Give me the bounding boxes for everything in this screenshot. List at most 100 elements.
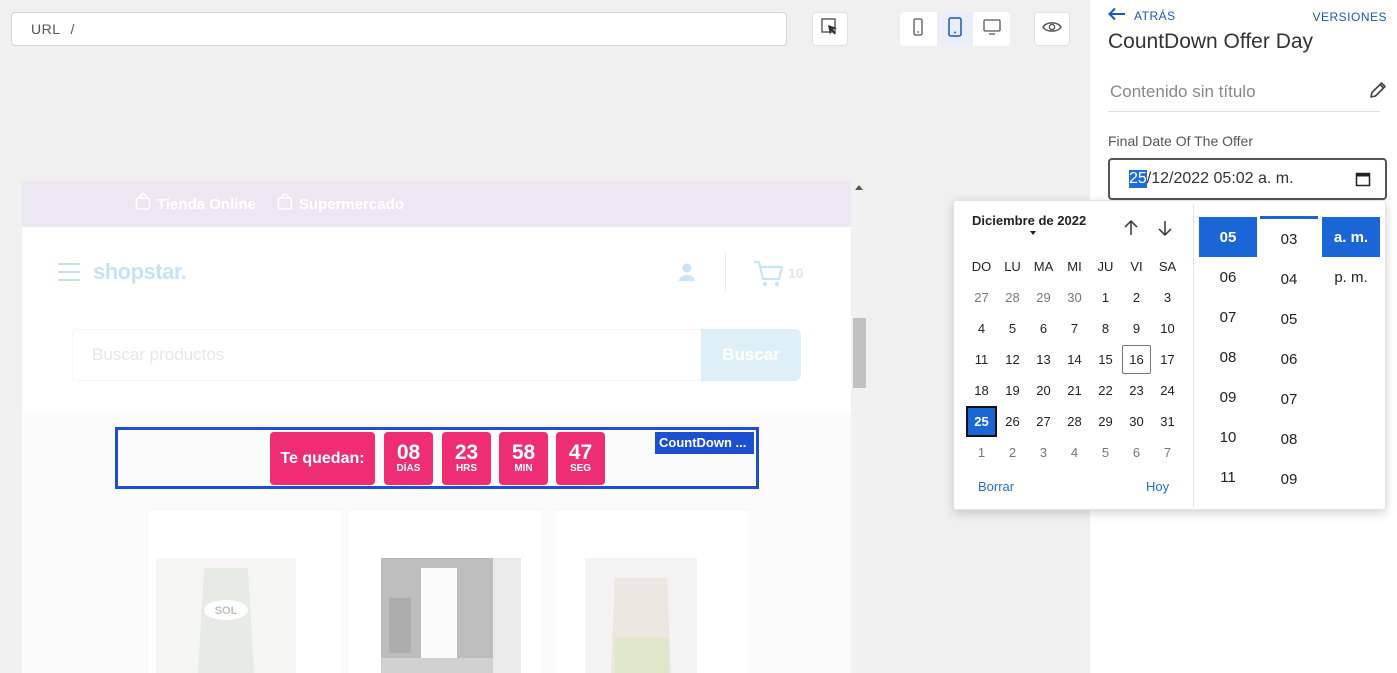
hour-option[interactable]: 06 [1199,257,1257,297]
calendar-day[interactable]: 1 [966,437,997,468]
preview-scrollbar[interactable] [851,181,868,673]
url-bar[interactable]: URL / [11,12,787,46]
ampm-option-selected[interactable]: a. m. [1322,217,1380,257]
select-element-button[interactable] [812,12,848,46]
arrow-down-icon[interactable] [1156,219,1174,242]
calendar-day[interactable]: 4 [966,313,997,344]
shopping-bag-icon [134,193,152,215]
minute-option[interactable]: 07 [1260,379,1318,419]
picker-month-label[interactable]: Diciembre de 2022 [972,213,1086,228]
search-input[interactable]: Buscar productos [72,329,702,381]
calendar-day[interactable]: 31 [1152,406,1183,437]
countdown-label: Te quedan: [270,432,375,485]
hour-option[interactable]: 09 [1199,377,1257,417]
store-link-label: Tienda Online [157,195,256,213]
tablet-view-button[interactable] [936,12,974,46]
calendar-day[interactable]: 28 [1059,406,1090,437]
url-value[interactable]: / [71,21,75,37]
back-button[interactable]: ATRÁS [1108,7,1176,24]
user-icon[interactable] [676,261,698,288]
hour-option[interactable]: 10 [1199,417,1257,457]
calendar-day[interactable]: 27 [1028,406,1059,437]
final-date-input[interactable]: 25/12/2022 05:02 a. m. [1108,158,1387,200]
versions-link[interactable]: VERSIONES [1312,10,1387,24]
calendar-day[interactable]: 30 [1059,282,1090,313]
calendar-day[interactable]: 17 [1152,344,1183,375]
calendar-day[interactable]: 10 [1152,313,1183,344]
search-button[interactable]: Buscar [701,329,801,381]
preview-button[interactable] [1034,12,1070,46]
calendar-day[interactable]: 28 [997,282,1028,313]
mobile-view-button[interactable] [900,12,937,46]
calendar-day[interactable]: 3 [1152,282,1183,313]
countdown-value: 23 [454,441,479,464]
date-rest[interactable]: /12/2022 05:02 a. m. [1147,170,1294,188]
cart-icon[interactable] [752,259,784,294]
calendar-day[interactable]: 6 [1028,313,1059,344]
calendar-day[interactable]: 4 [1059,437,1090,468]
calendar-day[interactable]: 18 [966,375,997,406]
calendar-day-today[interactable]: 16 [1122,345,1151,374]
caret-down-icon[interactable] [1030,231,1036,235]
calendar-day[interactable]: 9 [1121,313,1152,344]
calendar-icon[interactable] [1355,171,1371,192]
calendar-day[interactable]: 14 [1059,344,1090,375]
store-link-supermarket[interactable]: Supermercado [276,193,404,215]
today-button[interactable]: Hoy [1146,479,1169,494]
calendar-day[interactable]: 22 [1090,375,1121,406]
calendar-day[interactable]: 3 [1028,437,1059,468]
calendar-day[interactable]: 15 [1090,344,1121,375]
calendar-day[interactable]: 2 [1121,282,1152,313]
product-card[interactable]: SOL [147,509,343,673]
hour-option[interactable]: 08 [1199,337,1257,377]
calendar-day[interactable]: 20 [1028,375,1059,406]
minute-option[interactable]: 05 [1260,299,1318,339]
calendar-day[interactable]: 13 [1028,344,1059,375]
product-card[interactable] [347,509,543,673]
calendar-day[interactable]: 19 [997,375,1028,406]
calendar-day[interactable]: 2 [997,437,1028,468]
minute-option[interactable]: 08 [1260,419,1318,459]
arrow-up-icon[interactable] [1122,219,1140,242]
site-logo[interactable]: shopstar. [93,259,187,285]
calendar-day[interactable]: 6 [1121,437,1152,468]
desktop-view-button[interactable] [973,12,1010,46]
product-card[interactable] [554,509,750,673]
calendar-day[interactable]: 7 [1152,437,1183,468]
date-day-segment[interactable]: 25 [1129,170,1147,188]
scroll-thumb[interactable] [853,318,866,388]
calendar-day[interactable]: 8 [1090,313,1121,344]
calendar-day[interactable]: 23 [1121,375,1152,406]
ampm-option[interactable]: p. m. [1322,257,1380,297]
clear-date-button[interactable]: Borrar [978,479,1014,494]
calendar-day[interactable]: 26 [997,406,1028,437]
minute-option[interactable]: 06 [1260,339,1318,379]
calendar-day[interactable]: 24 [1152,375,1183,406]
countdown-component-tag[interactable]: CountDown ... [655,432,754,454]
calendar-day[interactable]: 29 [1090,406,1121,437]
calendar-day[interactable]: 27 [966,282,997,313]
minute-option[interactable]: 03 [1260,219,1318,259]
calendar-day[interactable]: 1 [1090,282,1121,313]
minute-option[interactable]: 09 [1260,459,1318,499]
hour-option-selected[interactable]: 05 [1199,217,1257,257]
calendar-day[interactable]: 5 [997,313,1028,344]
weekday-label: LU [1004,259,1021,274]
calendar-day[interactable]: 30 [1121,406,1152,437]
calendar-day[interactable]: 11 [966,344,997,375]
minute-option[interactable]: 04 [1260,259,1318,299]
hamburger-menu-icon[interactable] [58,263,80,281]
scroll-up-arrow-icon[interactable] [855,185,863,190]
store-link-online[interactable]: Tienda Online [134,193,256,215]
calendar-day[interactable]: 5 [1090,437,1121,468]
pencil-icon[interactable] [1368,80,1388,105]
calendar-day[interactable]: 12 [997,344,1028,375]
content-title-field[interactable]: Contenido sin título [1110,82,1256,102]
calendar-day[interactable]: 7 [1059,313,1090,344]
calendar-day[interactable]: 21 [1059,375,1090,406]
calendar-day-selected[interactable]: 25 [966,406,997,437]
calendar-day[interactable]: 29 [1028,282,1059,313]
panel-title: CountDown Offer Day [1108,30,1314,53]
hour-option[interactable]: 11 [1199,457,1257,497]
hour-option[interactable]: 07 [1199,297,1257,337]
